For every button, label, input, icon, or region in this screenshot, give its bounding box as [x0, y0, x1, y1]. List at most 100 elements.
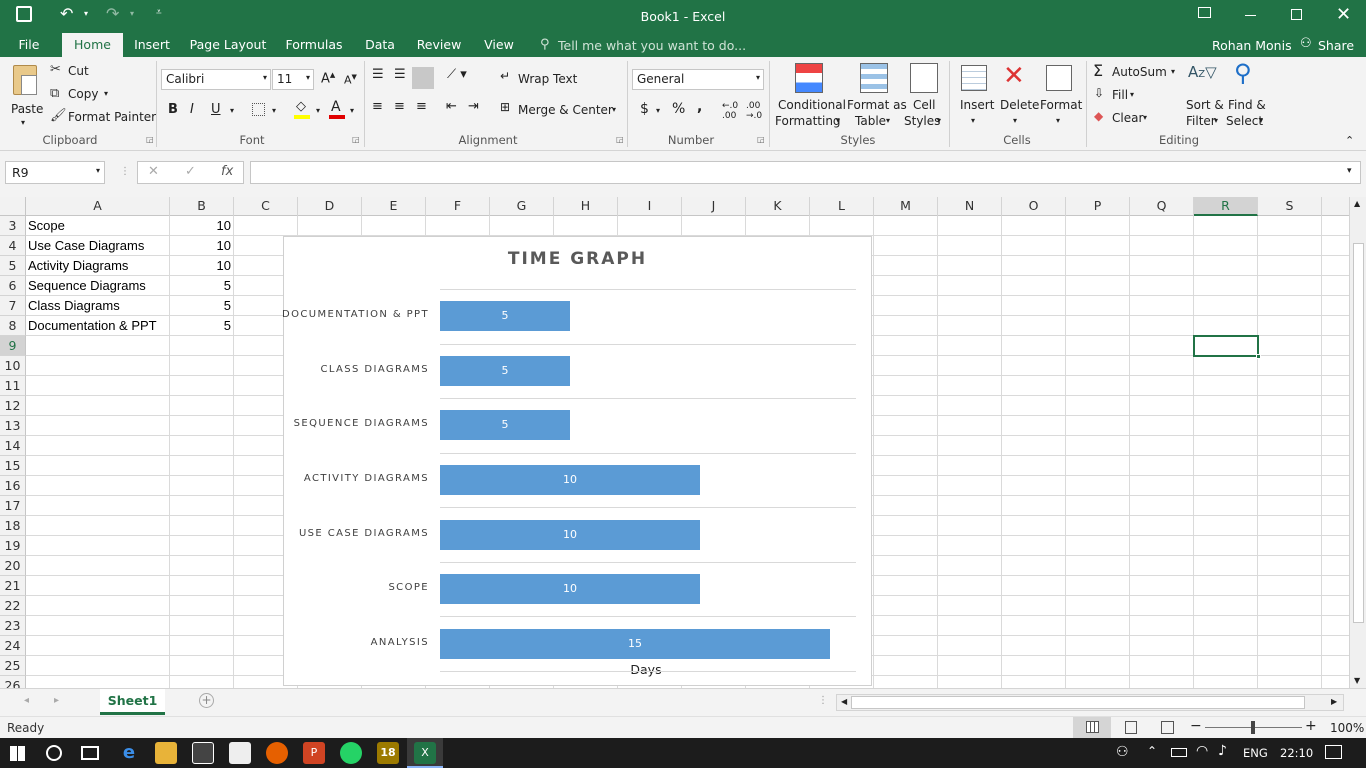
alignment-launcher-icon[interactable]: ◲	[616, 135, 624, 144]
chart-bar[interactable]: 10	[440, 520, 700, 550]
column-header[interactable]: M	[874, 197, 938, 216]
mail-icon[interactable]	[229, 742, 251, 764]
font-color-dropdown-icon[interactable]: ▾	[350, 106, 354, 115]
row-header[interactable]: 8	[0, 316, 26, 336]
cell-task-name[interactable]: Sequence Diagrams	[28, 276, 146, 296]
column-header[interactable]: O	[1002, 197, 1066, 216]
chart-bar[interactable]: 15	[440, 629, 830, 659]
chart[interactable]: TIME GRAPH Days DOCUMENTATION & PPT 5 CLAS…	[282, 236, 872, 686]
row-header[interactable]: 18	[0, 516, 26, 536]
cell-task-name[interactable]: Activity Diagrams	[28, 256, 128, 276]
column-header[interactable]: G	[490, 197, 554, 216]
paste-button[interactable]: Paste ▾	[8, 61, 43, 129]
currency-dropdown-icon[interactable]: ▾	[656, 106, 660, 115]
wrap-text-button[interactable]: Wrap Text	[518, 72, 577, 86]
column-header[interactable]: K	[746, 197, 810, 216]
row-header[interactable]: 24	[0, 636, 26, 656]
scroll-down-icon[interactable]: ▼	[1354, 676, 1360, 685]
top-align-icon[interactable]: ☰	[372, 67, 384, 82]
clock[interactable]: 22:10	[1280, 746, 1313, 760]
tab-home[interactable]: Home	[62, 33, 123, 57]
page-layout-view-icon[interactable]	[1125, 721, 1137, 734]
expand-formula-icon[interactable]: ▾	[1347, 166, 1352, 176]
conditional-formatting-button[interactable]: Conditional	[778, 98, 846, 112]
column-header[interactable]: I	[618, 197, 682, 216]
column-header[interactable]: S	[1258, 197, 1322, 216]
formula-input[interactable]	[250, 161, 1361, 184]
font-size-select[interactable]: 11 ▾	[272, 69, 314, 90]
copy-button[interactable]: Copy	[68, 87, 98, 101]
format-painter-button[interactable]: Format Painter	[68, 110, 156, 124]
row-header[interactable]: 20	[0, 556, 26, 576]
cell-days[interactable]: 10	[170, 236, 231, 256]
underline-dropdown-icon[interactable]: ▾	[230, 106, 234, 115]
share-person-icon[interactable]: ⚇	[1300, 36, 1312, 51]
column-header[interactable]: L	[810, 197, 874, 216]
tab-insert[interactable]: Insert	[130, 33, 174, 57]
number-launcher-icon[interactable]: ◲	[757, 135, 765, 144]
new-sheet-icon[interactable]: +	[199, 693, 214, 708]
row-header[interactable]: 10	[0, 356, 26, 376]
chart-category-label[interactable]: USE CASE DIAGRAMS	[299, 528, 429, 539]
chart-bar[interactable]: 10	[440, 574, 700, 604]
fill-color-dropdown-icon[interactable]: ▾	[316, 106, 320, 115]
row-header[interactable]: 19	[0, 536, 26, 556]
file-explorer-icon[interactable]	[155, 742, 177, 764]
row-header[interactable]: 21	[0, 576, 26, 596]
chart-category-label[interactable]: DOCUMENTATION & PPT	[282, 309, 429, 320]
row-header[interactable]: 26	[0, 676, 26, 688]
comma-button[interactable]: ,	[697, 99, 702, 115]
fill-dropdown-icon[interactable]: ▾	[1130, 90, 1134, 99]
enter-formula-icon[interactable]: ✓	[185, 164, 196, 179]
horizontal-scroll-thumb[interactable]	[851, 696, 1305, 709]
bottom-align-icon[interactable]	[412, 67, 434, 89]
merge-center-button[interactable]: Merge & Center	[518, 103, 613, 117]
tab-view[interactable]: View	[478, 33, 520, 57]
horizontal-scrollbar[interactable]: ◀ ▶	[836, 694, 1344, 711]
row-header[interactable]: 6	[0, 276, 26, 296]
zoom-out-icon[interactable]: −	[1190, 718, 1202, 734]
cell-task-name[interactable]: Scope	[28, 216, 65, 236]
row-header[interactable]: 3	[0, 216, 26, 236]
fill-button[interactable]: Fill	[1112, 88, 1128, 102]
column-header[interactable]: E	[362, 197, 426, 216]
copy-dropdown-icon[interactable]: ▾	[104, 89, 108, 98]
sheet-tab-sheet1[interactable]: Sheet1	[100, 689, 165, 715]
cell-task-name[interactable]: Use Case Diagrams	[28, 236, 144, 256]
column-header[interactable]: B	[170, 197, 234, 216]
app-badge-icon[interactable]: 18	[377, 742, 399, 764]
redo-icon[interactable]: ↷	[106, 4, 119, 23]
cell-styles-button[interactable]: Cell	[913, 98, 935, 112]
save-icon[interactable]	[16, 6, 32, 22]
row-header[interactable]: 25	[0, 656, 26, 676]
increase-indent-icon[interactable]: ⇥	[468, 99, 479, 114]
align-center-icon[interactable]: ≡	[394, 99, 405, 114]
tell-me-box[interactable]: Tell me what you want to do...	[558, 38, 746, 53]
delete-cells-button[interactable]: Delete	[1000, 98, 1039, 112]
autosum-button[interactable]: AutoSum	[1112, 65, 1167, 79]
row-header[interactable]: 13	[0, 416, 26, 436]
cut-button[interactable]: Cut	[68, 64, 89, 78]
chart-category-label[interactable]: ACTIVITY DIAGRAMS	[304, 473, 429, 484]
row-header[interactable]: 11	[0, 376, 26, 396]
ribbon-display-options-icon[interactable]	[1198, 7, 1211, 18]
undo-dropdown-icon[interactable]: ▾	[84, 9, 88, 18]
format-cells-button[interactable]: Format	[1040, 98, 1082, 112]
scroll-up-icon[interactable]: ▲	[1354, 199, 1360, 208]
maximize-icon[interactable]	[1291, 9, 1302, 20]
cortana-icon[interactable]	[46, 745, 62, 761]
row-header[interactable]: 16	[0, 476, 26, 496]
font-color-icon[interactable]: A	[331, 99, 341, 115]
tab-file[interactable]: File	[8, 33, 50, 57]
sort-filter-button[interactable]: Sort &	[1186, 98, 1224, 112]
merge-dropdown-icon[interactable]: ▾	[612, 105, 616, 114]
autosum-dropdown-icon[interactable]: ▾	[1171, 67, 1175, 76]
column-header[interactable]: P	[1066, 197, 1130, 216]
cell-days[interactable]: 5	[170, 276, 231, 296]
borders-dropdown-icon[interactable]: ▾	[272, 106, 276, 115]
zoom-slider-thumb[interactable]	[1251, 721, 1255, 734]
scroll-left-icon[interactable]: ◀	[841, 697, 847, 706]
column-header[interactable]: Q	[1130, 197, 1194, 216]
row-header[interactable]: 17	[0, 496, 26, 516]
chart-bar[interactable]: 5	[440, 356, 570, 386]
